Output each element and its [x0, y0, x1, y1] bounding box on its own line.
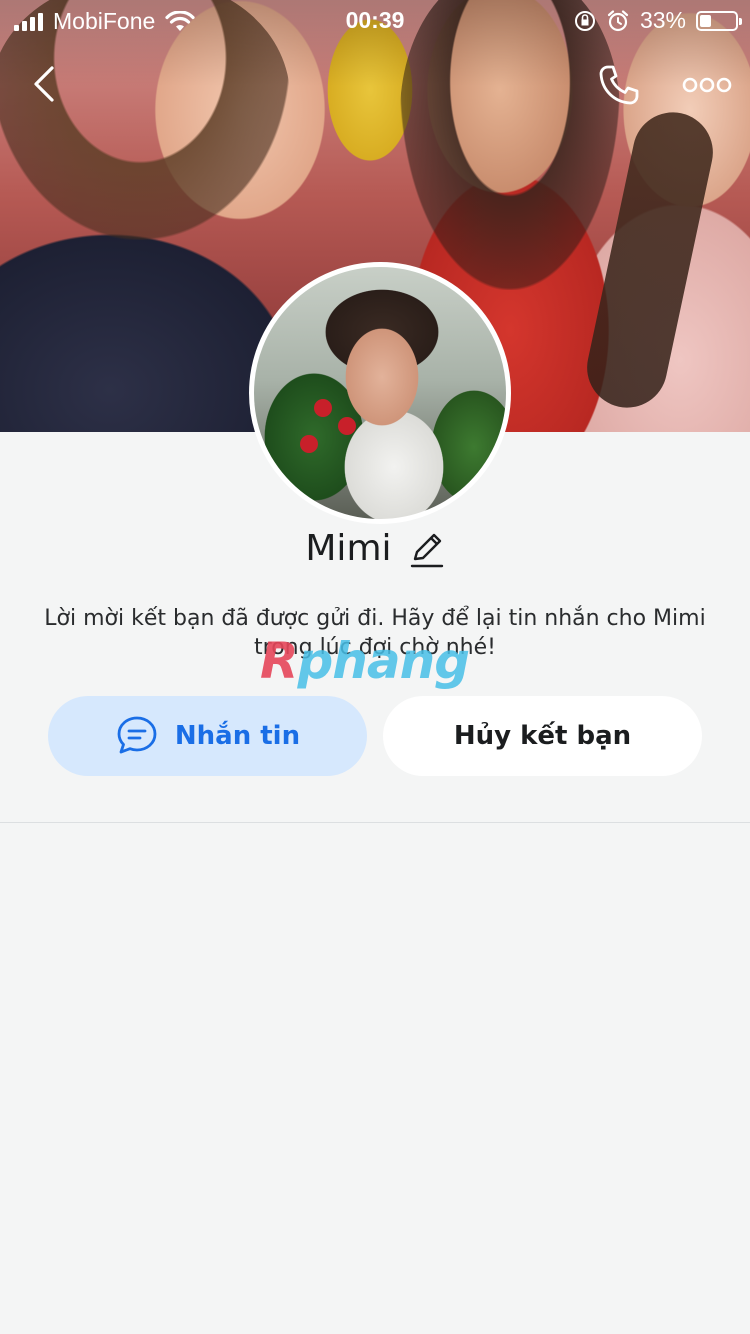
avatar[interactable]: [249, 262, 511, 524]
rotation-lock-icon: [574, 10, 595, 31]
alarm-icon: [607, 9, 629, 31]
pencil-icon[interactable]: [409, 529, 445, 569]
status-bar: MobiFone 00:39 33%: [0, 0, 750, 40]
message-button-label: Nhắn tin: [174, 721, 301, 751]
more-dots-icon[interactable]: [682, 70, 732, 100]
phone-icon[interactable]: [596, 62, 642, 108]
divider: [0, 822, 750, 823]
chevron-left-icon[interactable]: [26, 62, 70, 106]
battery-percent: 33%: [639, 7, 686, 33]
message-button[interactable]: Nhắn tin: [48, 696, 367, 776]
watermark-logo: Rphang: [260, 632, 470, 690]
chat-bubble-icon: [117, 716, 157, 754]
cancel-friend-button[interactable]: Hủy kết bạn: [383, 696, 702, 776]
profile-name: Mimi: [305, 528, 392, 569]
cancel-friend-label: Hủy kết bạn: [453, 721, 632, 751]
profile-name-row: Mimi: [0, 528, 750, 569]
battery-icon: [696, 10, 742, 31]
